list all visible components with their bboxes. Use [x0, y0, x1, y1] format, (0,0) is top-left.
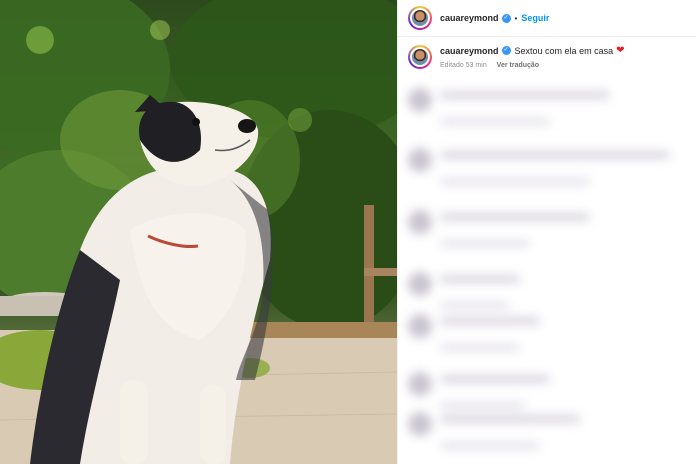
separator-dot: •	[514, 13, 518, 23]
caption-body: cauareymond ✓ Sextou com ela em casa ❤ E…	[440, 45, 624, 69]
comment-item	[408, 272, 520, 309]
comment-item	[408, 148, 670, 185]
comment-item	[408, 210, 590, 247]
caption-avatar-photo	[412, 49, 428, 65]
comment-item	[408, 314, 540, 351]
caption-meta: Editado 53 min Ver tradução	[440, 62, 624, 69]
verified-badge-icon: ✓	[501, 13, 511, 23]
edited-label: Editado	[440, 62, 464, 69]
dog-photo-illustration	[0, 0, 397, 464]
post-panel: cauareymond ✓ • Seguir cauareymond ✓ Sex…	[397, 0, 696, 464]
avatar-photo	[412, 10, 428, 26]
caption-line: cauareymond ✓ Sextou com ela em casa ❤	[440, 45, 624, 56]
verified-badge-icon: ✓	[501, 46, 511, 55]
caption-text: Sextou com ela em casa	[514, 45, 614, 56]
comment-item	[408, 372, 550, 409]
comment-item	[408, 88, 610, 125]
caption-avatar[interactable]	[408, 45, 432, 69]
header-username[interactable]: cauareymond	[440, 13, 499, 23]
avatar[interactable]	[408, 6, 432, 30]
heart-emoji-icon: ❤	[616, 45, 625, 56]
comment-item	[408, 412, 580, 449]
post-time: 53 min	[465, 62, 487, 69]
post-header: cauareymond ✓ • Seguir	[398, 0, 696, 37]
comments-list-blurred	[398, 82, 696, 464]
caption: cauareymond ✓ Sextou com ela em casa ❤ E…	[398, 37, 696, 69]
follow-button[interactable]: Seguir	[521, 13, 549, 23]
post-photo[interactable]	[0, 0, 397, 464]
caption-username[interactable]: cauareymond	[440, 46, 499, 56]
see-translation-link[interactable]: Ver tradução	[497, 62, 539, 69]
